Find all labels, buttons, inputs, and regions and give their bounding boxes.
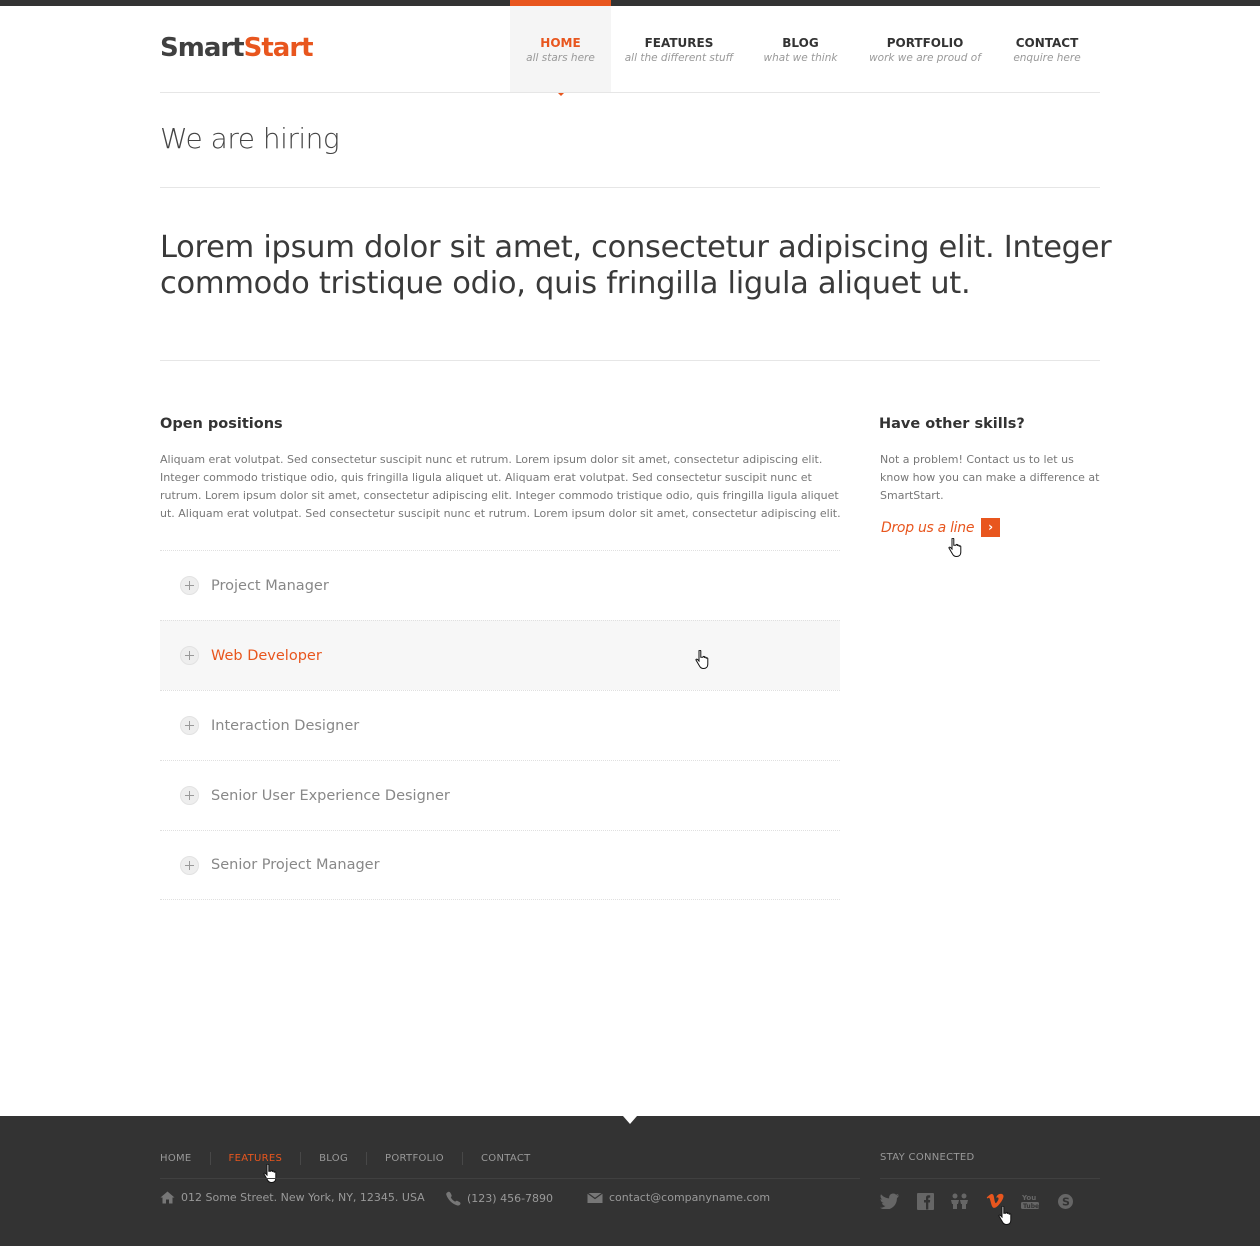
logo[interactable]: SmartStart xyxy=(160,33,314,63)
sidebar-text: Not a problem! Contact us to let us know… xyxy=(880,453,1100,502)
main-nav: HOME all stars here FEATURES all the dif… xyxy=(510,0,1098,96)
footer-nav-home[interactable]: HOME xyxy=(160,1152,210,1165)
position-title: Interaction Designer xyxy=(211,717,360,734)
nav-item-features[interactable]: FEATURES all the different stuff xyxy=(611,0,747,93)
nav-item-contact[interactable]: CONTACT enquire here xyxy=(996,0,1098,93)
address-text: 012 Some Street. New York, NY, 12345. US… xyxy=(181,1191,425,1204)
footer-nav-contact[interactable]: CONTACT xyxy=(461,1152,549,1165)
nav-sublabel: work we are proud of xyxy=(869,52,981,64)
footer-address: 012 Some Street. New York, NY, 12345. US… xyxy=(160,1191,425,1204)
divider xyxy=(160,360,1100,361)
divider xyxy=(160,92,1100,93)
chevron-right-icon: › xyxy=(981,518,1001,537)
twitter-icon[interactable] xyxy=(880,1191,900,1211)
nav-label: HOME xyxy=(540,36,581,50)
home-icon xyxy=(160,1191,175,1204)
phone-icon xyxy=(446,1191,461,1206)
envelope-icon xyxy=(587,1192,603,1203)
position-title: Senior Project Manager xyxy=(211,857,380,873)
footer-notch xyxy=(623,1116,637,1124)
nav-item-blog[interactable]: BLOG what we think xyxy=(747,0,854,93)
footer-nav-portfolio[interactable]: PORTFOLIO xyxy=(366,1152,462,1165)
svg-text:S: S xyxy=(1062,1195,1070,1208)
positions-intro: Aliquam erat volutpat. Sed consectetur s… xyxy=(160,453,841,520)
nav-sublabel: what we think xyxy=(763,52,838,64)
facebook-icon[interactable] xyxy=(915,1191,935,1211)
accordion-item[interactable]: Project Manager xyxy=(160,550,840,620)
plus-icon xyxy=(180,646,199,665)
position-title: Web Developer xyxy=(211,647,322,664)
nav-label: FEATURES xyxy=(644,36,714,50)
logo-part1: Smart xyxy=(160,33,245,63)
logo-part2: Start xyxy=(243,33,314,63)
accordion-item[interactable]: Interaction Designer xyxy=(160,690,840,760)
hand-cursor-icon xyxy=(263,1164,277,1184)
nav-item-home[interactable]: HOME all stars here xyxy=(510,0,611,96)
cta-label: Drop us a line xyxy=(881,519,975,536)
footer-divider xyxy=(160,1178,860,1179)
active-indicator xyxy=(557,93,564,96)
footer-email[interactable]: contact@companyname.com xyxy=(587,1191,770,1204)
hand-cursor-icon xyxy=(948,538,962,558)
accordion-item[interactable]: Senior Project Manager xyxy=(160,830,840,900)
positions-heading: Open positions xyxy=(160,416,283,432)
footer-phone: (123) 456-7890 xyxy=(445,1191,553,1206)
accordion-item[interactable]: Web Developer xyxy=(160,620,840,690)
svg-text:Tube: Tube xyxy=(1023,1203,1039,1209)
lead-text: Lorem ipsum dolor sit amet, consectetur … xyxy=(160,230,1112,301)
footer xyxy=(0,1116,1260,1246)
nav-sublabel: enquire here xyxy=(1013,52,1081,64)
plus-icon xyxy=(180,786,199,805)
youtube-icon[interactable]: You Tube xyxy=(1020,1191,1040,1211)
skype-icon[interactable]: S xyxy=(1055,1191,1075,1211)
nav-sublabel: all stars here xyxy=(526,52,595,64)
plus-icon xyxy=(180,576,199,595)
email-text: contact@companyname.com xyxy=(609,1191,771,1204)
positions-accordion: Project Manager Web Developer Interactio… xyxy=(160,550,840,900)
position-title: Senior User Experience Designer xyxy=(211,787,450,804)
accordion-item[interactable]: Senior User Experience Designer xyxy=(160,760,840,830)
nav-label: CONTACT xyxy=(1015,36,1079,50)
hand-cursor-icon xyxy=(998,1206,1012,1226)
page-title: We are hiring xyxy=(160,122,340,155)
nav-sublabel: all the different stuff xyxy=(624,52,734,64)
drop-us-a-line-link[interactable]: Drop us a line › xyxy=(881,518,1001,537)
nav-item-portfolio[interactable]: PORTFOLIO work we are proud of xyxy=(854,0,996,93)
nav-label: BLOG xyxy=(782,36,819,50)
position-title: Project Manager xyxy=(211,577,329,594)
nav-label: PORTFOLIO xyxy=(886,36,964,50)
plus-icon xyxy=(180,716,199,735)
svg-text:You: You xyxy=(1021,1194,1036,1202)
social-links: You Tube S xyxy=(880,1191,1090,1211)
footer-nav: HOME FEATURES BLOG PORTFOLIO CONTACT xyxy=(160,1152,549,1165)
footer-nav-blog[interactable]: BLOG xyxy=(300,1152,366,1165)
people-icon[interactable] xyxy=(950,1191,970,1211)
footer-nav-features[interactable]: FEATURES xyxy=(209,1152,301,1165)
phone-text: (123) 456-7890 xyxy=(467,1192,554,1205)
sidebar-heading: Have other skills? xyxy=(879,416,1025,432)
divider xyxy=(160,187,1100,188)
footer-divider xyxy=(880,1178,1100,1179)
stay-connected-label: STAY CONNECTED xyxy=(880,1152,975,1163)
hand-cursor-icon xyxy=(695,650,709,670)
plus-icon xyxy=(180,855,199,875)
